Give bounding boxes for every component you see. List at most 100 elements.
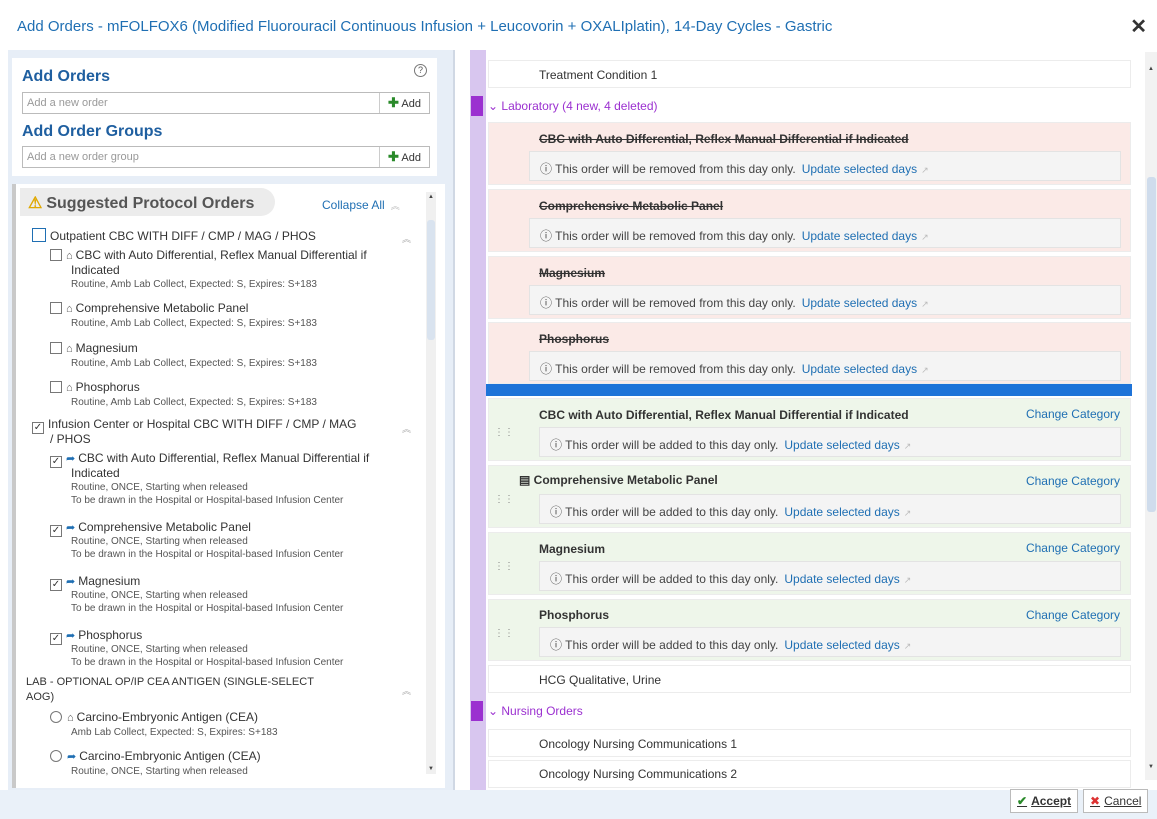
- order-item[interactable]: ⌂ Comprehensive Metabolic Panel: [50, 301, 248, 315]
- scroll-up-icon[interactable]: ▲: [428, 194, 434, 200]
- message-text: This order will be removed from this day…: [555, 162, 796, 176]
- close-icon[interactable]: ✕: [1130, 14, 1147, 39]
- order-checkbox[interactable]: [50, 381, 62, 393]
- order-row[interactable]: Oncology Nursing Communications 1: [488, 729, 1131, 757]
- cancel-button[interactable]: ✖ Cancel: [1083, 789, 1149, 813]
- update-days-link[interactable]: Update selected days: [784, 572, 899, 586]
- added-order-row[interactable]: ⋮⋮ Magnesium Change Category ⓘ This orde…: [488, 532, 1131, 595]
- update-days-link[interactable]: Update selected days: [784, 438, 899, 452]
- removed-order-row[interactable]: Magnesium ⓘ This order will be removed f…: [488, 256, 1131, 319]
- order-row[interactable]: Oncology Nursing Communications 2: [488, 760, 1131, 788]
- add-order-button[interactable]: ✚ Add: [379, 93, 429, 113]
- change-category-link[interactable]: Change Category: [1026, 608, 1120, 622]
- order-name: CBC with Auto Differential, Reflex Manua…: [78, 451, 370, 465]
- removed-order-row[interactable]: Phosphorus ⓘ This order will be removed …: [488, 322, 1131, 384]
- collapse-all-link[interactable]: Collapse All ︽: [322, 198, 400, 212]
- drag-handle-icon[interactable]: ⋮⋮: [494, 628, 514, 639]
- add-order-group-button[interactable]: ✚ Add: [379, 147, 429, 167]
- group-collapse-icon[interactable]: ︽: [402, 684, 411, 697]
- added-order-row[interactable]: ⋮⋮ CBC with Auto Differential, Reflex Ma…: [488, 398, 1131, 461]
- group-collapse-icon[interactable]: ︽: [402, 232, 411, 245]
- order-item[interactable]: ✓ ➦ Magnesium: [50, 574, 140, 591]
- left-scrollbar[interactable]: ▲ ▼: [426, 192, 436, 774]
- add-order-group-input[interactable]: Add a new order group ✚ Add: [22, 146, 430, 168]
- order-item[interactable]: ⌂ Carcino-Embryonic Antigen (CEA): [50, 710, 258, 724]
- warning-icon: ⚠: [28, 195, 43, 212]
- order-checkbox[interactable]: [50, 249, 62, 261]
- suggested-orders-title: Suggested Protocol Orders: [46, 195, 255, 212]
- group-label: Infusion Center or Hospital CBC WITH DIF…: [48, 417, 357, 431]
- update-days-link[interactable]: Update selected days: [802, 229, 917, 243]
- order-item[interactable]: ✓ ➦ Phosphorus: [50, 628, 142, 645]
- external-link-icon: ↗: [921, 165, 929, 175]
- info-icon: ⓘ: [540, 362, 553, 376]
- update-days-link[interactable]: Update selected days: [802, 362, 917, 376]
- drag-handle-icon[interactable]: ⋮⋮: [494, 494, 514, 505]
- external-link-icon: ↗: [921, 232, 929, 242]
- order-name: Oncology Nursing Communications 1: [539, 737, 738, 751]
- order-item[interactable]: ⌂ Phosphorus: [50, 380, 140, 394]
- order-checkbox[interactable]: ✓: [50, 456, 62, 468]
- order-checkbox[interactable]: ✓: [50, 525, 62, 537]
- x-icon: ✖: [1090, 794, 1101, 808]
- order-detail: To be drawn in the Hospital or Hospital-…: [71, 657, 344, 668]
- info-icon: ⓘ: [550, 438, 563, 452]
- accept-button[interactable]: ✔ Accept: [1010, 789, 1079, 813]
- cancel-label: Cancel: [1104, 794, 1142, 808]
- message-text: This order will be removed from this day…: [555, 229, 796, 243]
- group-outpatient[interactable]: Outpatient CBC WITH DIFF / CMP / MAG / P…: [32, 228, 316, 243]
- external-link-icon: ↗: [921, 299, 929, 309]
- infusion-icon: ➦: [66, 453, 76, 465]
- removed-order-row[interactable]: Comprehensive Metabolic Panel ⓘ This ord…: [488, 189, 1131, 252]
- drag-handle-icon[interactable]: ⋮⋮: [494, 427, 514, 438]
- message-text: This order will be added to this day onl…: [565, 638, 779, 652]
- update-days-link[interactable]: Update selected days: [784, 505, 899, 519]
- removed-order-row[interactable]: CBC with Auto Differential, Reflex Manua…: [488, 122, 1131, 185]
- order-row[interactable]: HCG Qualitative, Urine: [488, 665, 1131, 693]
- added-order-row[interactable]: ⋮⋮ Phosphorus Change Category ⓘ This ord…: [488, 599, 1131, 661]
- order-item[interactable]: ✓ ➦ Comprehensive Metabolic Panel: [50, 520, 251, 537]
- order-item[interactable]: ➦ Carcino-Embryonic Antigen (CEA): [50, 749, 261, 763]
- order-message: ⓘ This order will be removed from this d…: [529, 351, 1121, 381]
- added-order-row[interactable]: ⋮⋮ ▤ Comprehensive Metabolic Panel Chang…: [488, 465, 1131, 528]
- change-category-link[interactable]: Change Category: [1026, 474, 1120, 488]
- plus-icon: ✚: [388, 95, 399, 110]
- update-days-link[interactable]: Update selected days: [784, 638, 899, 652]
- order-radio[interactable]: [50, 750, 62, 762]
- update-days-link[interactable]: Update selected days: [802, 162, 917, 176]
- order-checkbox[interactable]: ✓: [50, 633, 62, 645]
- help-icon[interactable]: ?: [414, 64, 427, 77]
- order-name-cont: Indicated: [71, 466, 120, 480]
- category-laboratory[interactable]: ⌄ Laboratory (4 new, 4 deleted): [471, 93, 1131, 119]
- scroll-down-icon[interactable]: ▼: [1148, 764, 1154, 770]
- change-category-link[interactable]: Change Category: [1026, 541, 1120, 555]
- external-link-icon: ↗: [903, 641, 912, 651]
- category-nursing[interactable]: ⌄ Nursing Orders: [471, 698, 1131, 724]
- home-icon: ⌂: [66, 382, 73, 394]
- category-marker: [471, 701, 483, 721]
- scroll-down-icon[interactable]: ▼: [428, 766, 434, 772]
- order-item[interactable]: ⌂ CBC with Auto Differential, Reflex Manu…: [50, 248, 367, 262]
- order-radio[interactable]: [50, 711, 62, 723]
- add-order-input[interactable]: Add a new order ✚ Add: [22, 92, 430, 114]
- order-checkbox[interactable]: [50, 302, 62, 314]
- group-checkbox[interactable]: ✓: [32, 422, 44, 434]
- order-item[interactable]: ⌂ Magnesium: [50, 341, 138, 355]
- order-checkbox[interactable]: ✓: [50, 579, 62, 591]
- group-checkbox[interactable]: [32, 228, 46, 242]
- order-row[interactable]: Treatment Condition 1: [488, 60, 1131, 88]
- drag-handle-icon[interactable]: ⋮⋮: [494, 561, 514, 572]
- update-days-link[interactable]: Update selected days: [802, 296, 917, 310]
- group-collapse-icon[interactable]: ︽: [402, 422, 411, 435]
- scroll-thumb[interactable]: [427, 220, 435, 340]
- scroll-up-icon[interactable]: ▲: [1148, 66, 1154, 72]
- order-checkbox[interactable]: [50, 342, 62, 354]
- add-orders-title: Add Orders: [22, 68, 111, 85]
- right-scrollbar[interactable]: ▲ ▼: [1145, 52, 1157, 780]
- message-text: This order will be added to this day onl…: [565, 572, 779, 586]
- group-label-cont: / PHOS: [50, 432, 91, 446]
- add-order-button-label: Add: [401, 98, 421, 110]
- order-detail: Routine, ONCE, Starting when released: [71, 766, 248, 777]
- change-category-link[interactable]: Change Category: [1026, 407, 1120, 421]
- scroll-thumb[interactable]: [1147, 177, 1156, 512]
